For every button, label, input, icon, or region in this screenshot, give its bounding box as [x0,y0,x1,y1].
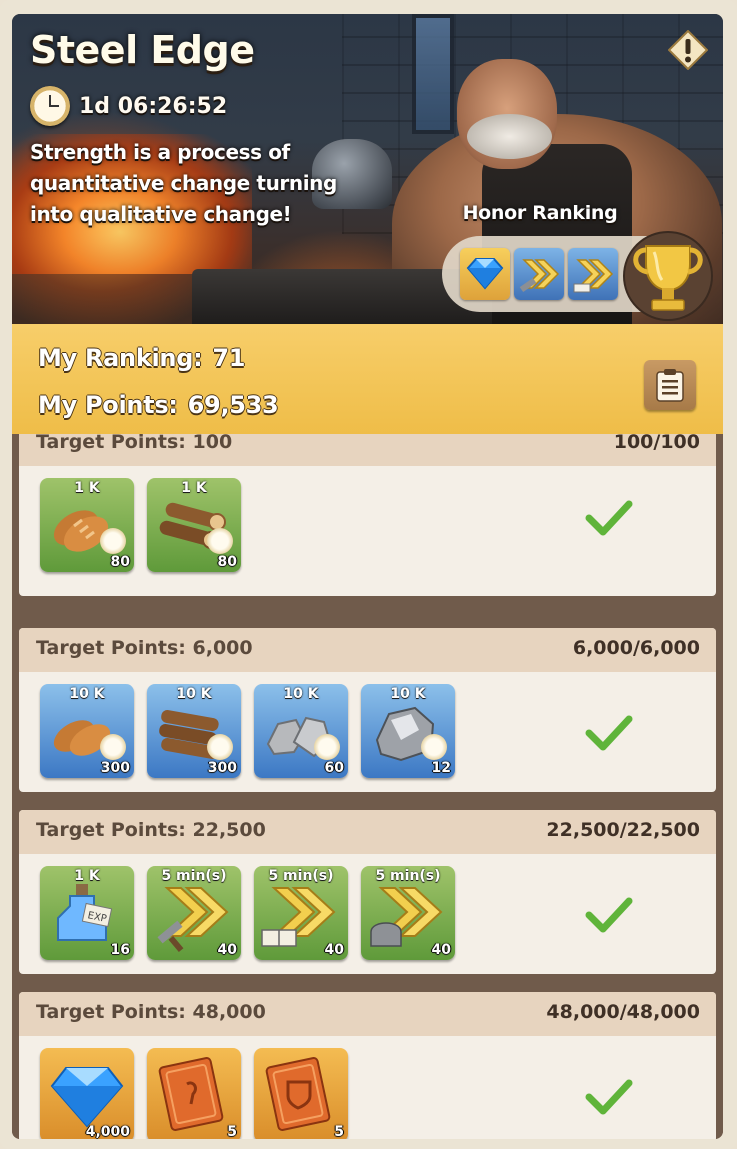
my-points-value: 69,533 [187,391,279,419]
reward-amount: 1 K [74,868,100,884]
reward-qty: 5 [227,1124,237,1139]
points-badge-icon [421,734,447,760]
reward-qty: 40 [217,942,237,958]
reward-bread[interactable]: 1 K 80 [40,478,134,572]
checkmark-icon [585,715,633,751]
event-title: Steel Edge [30,28,255,72]
points-badge-icon [314,734,340,760]
clipboard-icon [656,369,684,402]
alert-diamond-icon[interactable] [668,30,708,70]
reward-stone[interactable]: 10 K 60 [254,684,348,778]
milestone-card: Target Points: 48,000 48,000/48,000 4,00… [19,992,716,1139]
reward-iron[interactable]: 10 K 12 [361,684,455,778]
milestone-header: Target Points: 100 100/100 [19,434,716,466]
reward-speedup-building[interactable]: 5 min(s) 40 [147,866,241,960]
my-ranking-label: My Ranking: [38,344,203,372]
rules-button[interactable] [644,360,696,410]
event-frame: Steel Edge 1d 06:26:52 Strength is a pro… [12,14,723,1139]
reward-amount: 5 min(s) [375,868,441,884]
reward-gem[interactable]: 4,000 [40,1048,134,1139]
speedup-arrow-icon [519,259,560,293]
milestone-progress: 6,000/6,000 [572,637,700,659]
points-badge-icon [207,528,233,554]
reward-amount: 10 K [390,686,426,702]
reward-amount: 1 K [181,480,207,496]
checkmark-icon [585,897,633,933]
my-ranking-value: 71 [212,344,246,372]
reward-qty: 300 [100,760,130,776]
milestone-progress: 22,500/22,500 [546,819,700,841]
event-description: Strength is a process of quantitative ch… [30,140,337,226]
reward-wood[interactable]: 10 K 300 [147,684,241,778]
reward-bread[interactable]: 10 K 300 [40,684,134,778]
milestone-progress: 100/100 [613,434,700,453]
reward-amount: 10 K [176,686,212,702]
milestone-header: Target Points: 48,000 48,000/48,000 [19,992,716,1036]
milestone-card: Target Points: 6,000 6,000/6,000 10 K 30… [19,628,716,792]
event-banner: Steel Edge 1d 06:26:52 Strength is a pro… [12,14,723,324]
reward-speedup-research[interactable]: 5 min(s) 40 [254,866,348,960]
reward-qty: 80 [217,554,237,570]
gem-icon [466,258,504,290]
reward-amount: 5 min(s) [161,868,227,884]
reward-exp-potion[interactable]: EXP 1 K 16 [40,866,134,960]
my-stats-bar: My Ranking: 71 My Points: 69,533 [12,324,723,434]
points-badge-icon [100,734,126,760]
my-points: My Points: 69,533 [38,391,279,419]
reward-wood[interactable]: 1 K 80 [147,478,241,572]
reward-amount: 1 K [74,480,100,496]
milestone-target-label: Target Points: 48,000 [36,1001,266,1023]
event-panel: Steel Edge 1d 06:26:52 Strength is a pro… [0,0,737,1149]
banner-beard [467,114,552,159]
speedup-arrow-icon [573,259,614,293]
milestone-header: Target Points: 6,000 6,000/6,000 [19,628,716,672]
reward-amount: 10 K [69,686,105,702]
countdown-timer: 1d 06:26:52 [79,93,228,119]
honor-ranking-label: Honor Ranking [462,202,618,224]
checkmark-icon [585,500,633,536]
checkmark-icon [585,1079,633,1115]
reward-tome-a[interactable]: 5 [147,1048,241,1139]
my-points-label: My Points: [38,391,178,419]
milestone-list[interactable]: Target Points: 100 100/100 1 K 80 1 K 80… [12,434,723,1139]
honor-reward-speedup-research[interactable] [568,248,618,300]
reward-amount: 5 min(s) [268,868,334,884]
reward-speedup-training[interactable]: 5 min(s) 40 [361,866,455,960]
reward-qty: 4,000 [85,1124,130,1139]
reward-amount: 10 K [283,686,319,702]
honor-reward-gem[interactable] [460,248,510,300]
my-ranking: My Ranking: 71 [38,344,246,372]
reward-qty: 80 [110,554,130,570]
reward-qty: 300 [207,760,237,776]
reward-qty: 5 [334,1124,344,1139]
milestone-card: Target Points: 100 100/100 1 K 80 1 K 80 [19,434,716,596]
reward-qty: 40 [324,942,344,958]
milestone-header: Target Points: 22,500 22,500/22,500 [19,810,716,854]
trophy-icon[interactable] [622,230,714,322]
points-badge-icon [100,528,126,554]
reward-qty: 40 [431,942,451,958]
reward-qty: 16 [110,942,130,958]
countdown: 1d 06:26:52 [30,86,227,126]
milestone-target-label: Target Points: 22,500 [36,819,266,841]
points-badge-icon [207,734,233,760]
reward-qty: 12 [431,760,451,776]
honor-reward-speedup-building[interactable] [514,248,564,300]
milestone-target-label: Target Points: 6,000 [36,637,253,659]
reward-tome-b[interactable]: 5 [254,1048,348,1139]
clock-icon [30,86,70,126]
banner-window [412,14,454,134]
reward-qty: 60 [324,760,344,776]
milestone-target-label: Target Points: 100 [36,434,233,453]
milestone-card: Target Points: 22,500 22,500/22,500 EXP … [19,810,716,974]
milestone-progress: 48,000/48,000 [546,1001,700,1023]
